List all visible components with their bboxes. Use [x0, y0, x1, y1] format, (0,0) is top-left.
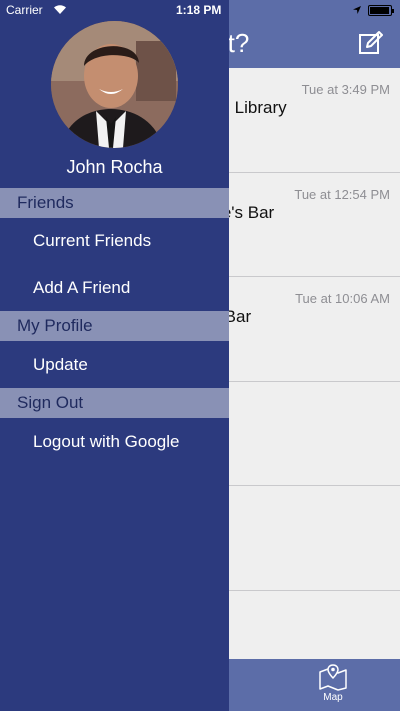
section-friends: Friends — [0, 188, 229, 218]
section-sign-out: Sign Out — [0, 388, 229, 418]
user-name: John Rocha — [66, 157, 163, 177]
menu-item-current-friends[interactable]: Current Friends — [0, 231, 229, 251]
checkin-time: Tue at 10:06 AM — [295, 291, 390, 306]
side-drawer: John Rocha Friends Current Friends Add A… — [0, 0, 229, 711]
compose-icon[interactable] — [358, 30, 384, 56]
menu-item-add-friend[interactable]: Add A Friend — [0, 278, 229, 298]
battery-level — [370, 7, 389, 14]
menu-item-update[interactable]: Update — [0, 355, 229, 375]
checkin-time: Tue at 3:49 PM — [301, 82, 390, 97]
carrier-label: Carrier — [6, 3, 43, 17]
location-arrow-icon — [352, 4, 362, 18]
status-bar: Carrier 1:18 PM — [0, 0, 400, 20]
wifi-icon — [53, 4, 67, 18]
section-my-profile: My Profile — [0, 311, 229, 341]
avatar[interactable] — [51, 21, 178, 148]
checkin-time: Tue at 12:54 PM — [294, 186, 390, 202]
status-time: 1:18 PM — [176, 3, 222, 17]
tab-map[interactable]: Map — [315, 663, 351, 703]
map-pin-icon — [319, 664, 347, 691]
tab-map-label: Map — [323, 692, 343, 703]
menu-item-logout-google[interactable]: Logout with Google — [0, 432, 229, 452]
battery-icon — [368, 5, 394, 16]
